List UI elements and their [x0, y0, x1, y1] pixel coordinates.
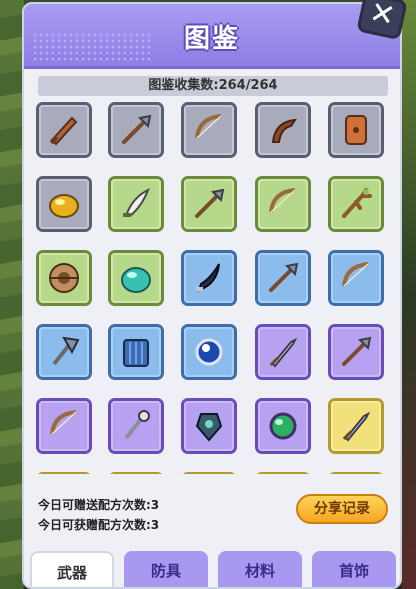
grid-item[interactable]	[36, 102, 92, 158]
round-shield-icon	[49, 263, 79, 293]
branch-staff-icon	[342, 188, 372, 218]
grid-item-bg	[111, 253, 161, 303]
collection-panel: 图鉴 图鉴收集数:264/264 今日可赠送配方次数:3 今日可获赠配方次数:3…	[22, 2, 402, 589]
grid-item[interactable]	[108, 102, 164, 158]
grid-item[interactable]	[328, 176, 384, 232]
grid-item-bg	[111, 401, 161, 451]
grid-item[interactable]	[181, 102, 237, 158]
grid-item-bg	[39, 253, 89, 303]
sword-icon	[342, 411, 371, 442]
bow-icon	[50, 410, 77, 435]
grid-item-bg	[331, 179, 381, 229]
grid-item-bg	[331, 253, 381, 303]
grid-item[interactable]	[181, 398, 237, 454]
spear-icon	[195, 188, 225, 218]
spear-icon	[342, 336, 372, 366]
grid-item-bg	[39, 105, 89, 155]
scimitar-icon	[123, 187, 150, 217]
blue-orb-icon	[195, 338, 223, 366]
bow-icon	[195, 114, 222, 139]
grid-item-bg	[258, 401, 308, 451]
bow-icon	[342, 262, 369, 287]
grid-item-bg	[184, 401, 234, 451]
sword-icon	[269, 337, 298, 368]
grid-item[interactable]	[255, 472, 311, 474]
curved-blade-icon	[196, 263, 220, 292]
grid-item-bg	[39, 327, 89, 377]
grid-item-bg	[184, 105, 234, 155]
grid-item-bg	[331, 105, 381, 155]
tab-materials[interactable]: 材料	[218, 551, 302, 587]
grid-item[interactable]	[36, 324, 92, 380]
gift-count-text: 今日可赠送配方次数:3	[38, 498, 160, 512]
spear-icon	[122, 114, 152, 144]
grid-item[interactable]	[181, 324, 237, 380]
grid-item-bg	[111, 327, 161, 377]
grid-item[interactable]	[108, 250, 164, 306]
tab-weapons[interactable]: 武器	[30, 551, 114, 587]
grid-item[interactable]	[255, 324, 311, 380]
tab-armor[interactable]: 防具	[124, 551, 208, 587]
grid-item[interactable]	[108, 176, 164, 232]
share-record-button[interactable]: 分享记录	[296, 494, 388, 524]
grid-item[interactable]	[181, 472, 237, 474]
shield-icon	[345, 115, 367, 145]
grid-item[interactable]	[328, 102, 384, 158]
grid-item-bg	[258, 327, 308, 377]
grid-item-bg	[184, 253, 234, 303]
gem-shield-icon	[195, 413, 223, 442]
grid-item[interactable]	[36, 176, 92, 232]
grid-item-bg	[111, 105, 161, 155]
receive-count-text: 今日可获赠配方次数:3	[38, 518, 160, 532]
grid-item[interactable]	[255, 250, 311, 306]
grid-item[interactable]	[181, 250, 237, 306]
grid-item[interactable]	[108, 398, 164, 454]
grid-item[interactable]	[36, 250, 92, 306]
grid-item-bg	[184, 327, 234, 377]
grid-item[interactable]	[328, 472, 384, 474]
grid-item[interactable]	[36, 398, 92, 454]
collection-counter: 图鉴收集数:264/264	[38, 76, 388, 96]
grid-item[interactable]	[255, 176, 311, 232]
boomerang-icon	[271, 118, 298, 143]
grid-item[interactable]	[328, 398, 384, 454]
grid-item[interactable]	[36, 472, 92, 474]
gold-orb-icon	[49, 194, 79, 218]
grid-item[interactable]	[108, 472, 164, 474]
grid-item-bg	[258, 179, 308, 229]
category-tabs: 武器 防具 材料 首饰	[24, 549, 400, 587]
staff-icon	[124, 410, 150, 440]
crystal-orb-icon	[121, 267, 151, 293]
item-grid	[36, 102, 392, 474]
grid-item-bg	[111, 179, 161, 229]
grid-item-bg	[331, 401, 381, 451]
spear-icon	[269, 262, 299, 292]
page-title: 图鉴	[183, 24, 240, 54]
axe-icon	[52, 336, 80, 366]
tower-shield-icon	[123, 339, 149, 367]
grid-item-bg	[258, 253, 308, 303]
bow-icon	[269, 188, 296, 213]
background-right	[402, 0, 416, 589]
grid-item[interactable]	[255, 102, 311, 158]
close-icon: ✕	[366, 0, 399, 35]
wooden-sword-icon	[49, 116, 78, 146]
grid-item-bg	[258, 105, 308, 155]
grid-item-bg	[39, 179, 89, 229]
grid-item[interactable]	[328, 250, 384, 306]
grid-item[interactable]	[328, 324, 384, 380]
tab-accessories[interactable]: 首饰	[312, 551, 396, 587]
green-orb-icon	[269, 412, 297, 440]
grid-item-bg	[39, 401, 89, 451]
grid-item[interactable]	[108, 324, 164, 380]
grid-item-bg	[331, 327, 381, 377]
panel-header: 图鉴	[24, 4, 400, 69]
grid-item[interactable]	[181, 176, 237, 232]
grid-item[interactable]	[255, 398, 311, 454]
grid-item-bg	[184, 179, 234, 229]
background-left	[0, 0, 24, 589]
